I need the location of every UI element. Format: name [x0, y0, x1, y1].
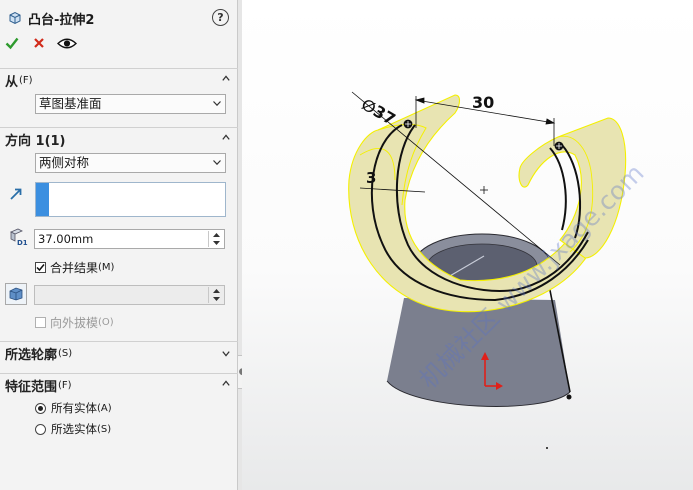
- draft-outward-label: 向外拔模: [50, 316, 99, 330]
- checkmark-icon: [36, 264, 45, 272]
- spin-down-icon: [209, 295, 223, 303]
- start-condition-dropdown[interactable]: 草图基准面: [35, 94, 226, 114]
- panel-title: 凸台-拉伸2: [28, 12, 95, 28]
- radio-all-bodies-label: 所有实体: [51, 401, 97, 415]
- chevron-up-icon[interactable]: [222, 74, 230, 82]
- end-condition-dropdown[interactable]: 两侧对称: [35, 153, 226, 173]
- section-from-shortcut: (F): [19, 75, 33, 86]
- spin-up-icon: [209, 287, 223, 295]
- chevron-up-icon[interactable]: [222, 379, 230, 387]
- depth-value: 37.00mm: [38, 232, 94, 246]
- svg-text:D1: D1: [17, 239, 28, 246]
- section-direction1-label: 方向 1(1): [5, 134, 66, 149]
- section-from-label: 从: [5, 75, 19, 90]
- preview-eye-icon[interactable]: [57, 37, 77, 50]
- action-bar: [5, 36, 77, 50]
- property-manager-panel: 凸台-拉伸2 ? 从 (F) 草图基准面 方向 1(1) 两侧对称 D1 37.…: [0, 0, 238, 490]
- direction-reference-selection-box[interactable]: [35, 182, 226, 217]
- radio-selected-bodies[interactable]: 所选实体 (S): [35, 421, 111, 437]
- draft-icon: [9, 287, 23, 301]
- section-feature-scope-shortcut: (F): [58, 380, 72, 391]
- section-selected-contours-shortcut: (S): [58, 348, 73, 359]
- merge-result-label: 合并结果: [50, 261, 99, 275]
- section-direction1-header[interactable]: 方向 1(1): [0, 127, 238, 151]
- cancel-x-icon[interactable]: [33, 37, 45, 49]
- chevron-down-icon: [213, 101, 221, 106]
- reverse-direction-arrow-icon[interactable]: [9, 187, 23, 201]
- extrude-feature-icon: [9, 11, 21, 25]
- help-icon[interactable]: ?: [212, 9, 229, 26]
- merge-result-checkbox[interactable]: 合并结果 (M): [35, 259, 114, 276]
- radio-dot[interactable]: [35, 423, 46, 435]
- dim-thickness-label[interactable]: 3: [366, 169, 376, 187]
- graphics-viewport[interactable]: ∅37 30 3 机械社区 www.jxage.com: [242, 0, 693, 490]
- dim-length-label[interactable]: 30: [472, 93, 494, 112]
- spin-up-icon[interactable]: [209, 231, 223, 239]
- chevron-down-icon: [213, 160, 221, 165]
- radio-all-bodies[interactable]: 所有实体 (A): [35, 400, 112, 416]
- end-condition-value: 两侧对称: [39, 155, 90, 170]
- chevron-down-icon[interactable]: [222, 350, 230, 358]
- ok-checkmark-icon[interactable]: [5, 36, 19, 50]
- model-view: ∅37 30 3 机械社区 www.jxage.com: [348, 91, 650, 449]
- depth-spinner[interactable]: [208, 231, 223, 247]
- radio-selected-bodies-label: 所选实体: [51, 422, 97, 436]
- radio-dot[interactable]: [35, 402, 46, 414]
- panel-header: 凸台-拉伸2: [8, 8, 94, 28]
- radio-all-bodies-shortcut: (A): [97, 402, 112, 414]
- chevron-up-icon[interactable]: [222, 133, 230, 141]
- checkbox-box[interactable]: [35, 262, 46, 273]
- section-selected-contours-label: 所选轮廓: [5, 348, 58, 363]
- spin-down-icon[interactable]: [209, 239, 223, 247]
- section-feature-scope-label: 特征范围: [5, 380, 58, 395]
- start-condition-value: 草图基准面: [39, 96, 102, 111]
- depth-dimension-icon: D1: [10, 228, 28, 246]
- radio-selected-bodies-shortcut: (S): [97, 423, 112, 435]
- merge-result-shortcut: (M): [98, 262, 115, 273]
- draft-toggle-button[interactable]: [5, 283, 27, 305]
- section-from-header[interactable]: 从 (F): [0, 68, 238, 92]
- section-selected-contours-header[interactable]: 所选轮廓 (S): [0, 341, 238, 365]
- draft-angle-input: [34, 285, 225, 305]
- depth-input[interactable]: 37.00mm: [34, 229, 225, 249]
- selection-active-indicator: [36, 183, 49, 216]
- section-feature-scope-header[interactable]: 特征范围 (F): [0, 373, 238, 397]
- checkbox-box: [35, 317, 46, 328]
- draft-outward-checkbox: 向外拔模 (O): [35, 314, 114, 331]
- draft-angle-spinner: [208, 287, 223, 303]
- draft-outward-shortcut: (O): [98, 317, 114, 328]
